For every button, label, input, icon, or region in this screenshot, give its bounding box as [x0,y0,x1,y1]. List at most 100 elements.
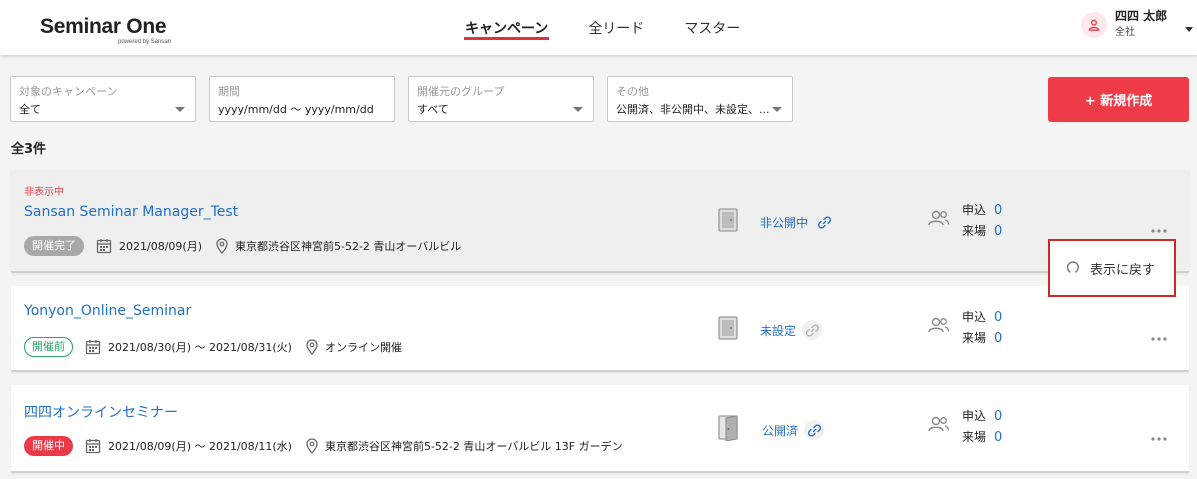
seminar-meta: 開催中 2021/08/09(月) 〜 2021/08/11(水) 東京都渋谷区… [24,436,623,456]
user-avatar-icon [1081,11,1107,38]
lead-counts: 申込 0 来場 0 [928,406,1002,448]
caret-down-icon [175,97,185,116]
applied-label: 申込 [962,409,987,423]
more-options-icon[interactable] [1151,426,1167,445]
main-nav: キャンペーン 全リード マスター [463,0,780,55]
people-icon [928,210,950,242]
filter-other-select[interactable]: その他 公開済、非公開中、未設定、... [607,76,793,122]
filter-group-value: すべて [417,103,449,116]
seminar-date: 2021/08/09(月) 〜 2021/08/11(水) [108,440,292,453]
filter-group-select[interactable]: 開催元のグループ すべて [408,76,594,122]
lead-counts: 申込 0 来場 0 [928,200,1002,242]
page-closed-icon [718,316,738,344]
applied-count[interactable]: 0 [994,200,1002,221]
hidden-status-tag: 非表示中 [24,187,64,198]
link-icon[interactable] [804,420,825,440]
filter-period-value: yyyy/mm/dd 〜 yyyy/mm/dd [218,103,374,116]
logo-subtext: powered by Sansan [118,39,172,45]
nav-tab-campaign[interactable]: キャンペーン [463,0,550,55]
visited-count[interactable]: 0 [994,221,1002,242]
caret-down-icon [772,97,782,116]
more-options-icon[interactable] [1151,326,1167,345]
caret-down-icon[interactable] [1185,17,1194,36]
seminar-date: 2021/08/30(月) 〜 2021/08/31(火) [108,341,292,354]
nav-tab-all-leads[interactable]: 全リード [588,0,644,55]
visited-count-row: 来場 0 [962,427,1002,448]
filter-campaign-value: 全て [19,103,41,116]
publish-status: 非公開中 [718,208,834,236]
filter-campaign-select[interactable]: 対象のキャンペーン 全て [10,76,196,122]
seminar-location: 東京都渋谷区神宮前5-52-2 青山オーバルビル [234,240,462,253]
filter-other-value: 公開済、非公開中、未設定、... [616,103,770,116]
more-options-icon[interactable] [1151,218,1167,237]
seminar-card: Yonyon_Online_Seminar 開催前 2021/08/30(月) … [11,286,1189,372]
lead-counts: 申込 0 来場 0 [928,307,1002,349]
calendar-icon [96,238,112,254]
location-pin-icon [306,339,318,355]
count-list: 申込 0 来場 0 [962,307,1002,349]
seminar-location: オンライン開催 [324,341,402,354]
restore-icon [1066,259,1080,278]
new-campaign-button[interactable]: + 新規作成 [1048,77,1189,122]
calendar-icon [85,339,101,355]
event-status-badge: 開催完了 [24,236,84,256]
page-open-icon [718,415,740,445]
link-icon[interactable] [814,212,834,232]
location-pin-icon [216,238,228,254]
app-logo[interactable]: Seminar One powered by Sansan [40,15,171,46]
visited-label: 来場 [962,430,987,444]
seminar-title-link[interactable]: 四四オンラインセミナー [24,402,178,422]
visited-label: 来場 [962,224,987,238]
applied-count[interactable]: 0 [994,406,1002,427]
visited-count[interactable]: 0 [994,328,1002,349]
event-status-badge: 開催中 [24,436,73,456]
publish-status-label[interactable]: 非公開中 [760,214,808,231]
total-count: 全3件 [11,142,47,157]
seminar-location: 東京都渋谷区神宮前5-52-2 青山オーバルビル 13F ガーデン [324,440,623,453]
seminar-title-link[interactable]: Sansan Seminar Manager_Test [24,204,238,220]
publish-status: 公開済 [718,415,825,445]
seminar-card: 非表示中 Sansan Seminar Manager_Test 開催完了 20… [11,170,1189,273]
publish-status-label[interactable]: 未設定 [760,322,796,339]
people-icon [928,416,950,448]
filter-other-label: その他 [616,85,649,98]
applied-count[interactable]: 0 [994,307,1002,328]
event-status-badge: 開催前 [24,337,73,357]
app-header: Seminar One powered by Sansan キャンペーン 全リー… [0,0,1197,55]
filter-period-label: 期間 [218,85,240,98]
count-list: 申込 0 来場 0 [962,406,1002,448]
nav-tab-master[interactable]: マスター [684,0,740,55]
publish-status-label[interactable]: 公開済 [762,422,798,439]
visited-count-row: 来場 0 [962,221,1002,242]
count-list: 申込 0 来場 0 [962,200,1002,242]
seminar-meta: 開催前 2021/08/30(月) 〜 2021/08/31(火) オンライン開… [24,337,402,357]
visited-count-row: 来場 0 [962,328,1002,349]
user-info: 四四 太郎 全社 [1115,9,1167,40]
applied-count-row: 申込 0 [962,307,1002,328]
seminar-date: 2021/08/09(月) [119,240,202,253]
publish-status: 未設定 [718,316,823,344]
link-icon[interactable] [802,320,823,340]
restore-visibility-menu-item[interactable]: 表示に戻す [1048,239,1176,297]
caret-down-icon [573,97,583,116]
applied-count-row: 申込 0 [962,406,1002,427]
filter-period-input[interactable]: 期間 yyyy/mm/dd 〜 yyyy/mm/dd [209,76,395,122]
filter-campaign-label: 対象のキャンペーン [19,85,118,98]
seminar-card: 四四オンラインセミナー 開催中 2021/08/09(月) 〜 2021/08/… [11,385,1189,473]
applied-label: 申込 [962,203,987,217]
applied-label: 申込 [962,310,987,324]
location-pin-icon [306,438,318,454]
visited-count[interactable]: 0 [994,427,1002,448]
user-menu[interactable]: 四四 太郎 全社 [1081,9,1194,40]
seminar-meta: 開催完了 2021/08/09(月) 東京都渋谷区神宮前5-52-2 青山オーバ… [24,236,461,256]
user-name: 四四 太郎 [1115,9,1168,23]
filter-group-label: 開催元のグループ [417,85,505,98]
restore-visibility-label: 表示に戻す [1090,262,1156,278]
logo-text: Seminar One [40,15,167,38]
calendar-icon [85,438,101,454]
applied-count-row: 申込 0 [962,200,1002,221]
seminar-title-link[interactable]: Yonyon_Online_Seminar [24,303,191,319]
user-org: 全社 [1115,27,1135,38]
people-icon [928,317,950,349]
visited-label: 来場 [962,331,987,345]
